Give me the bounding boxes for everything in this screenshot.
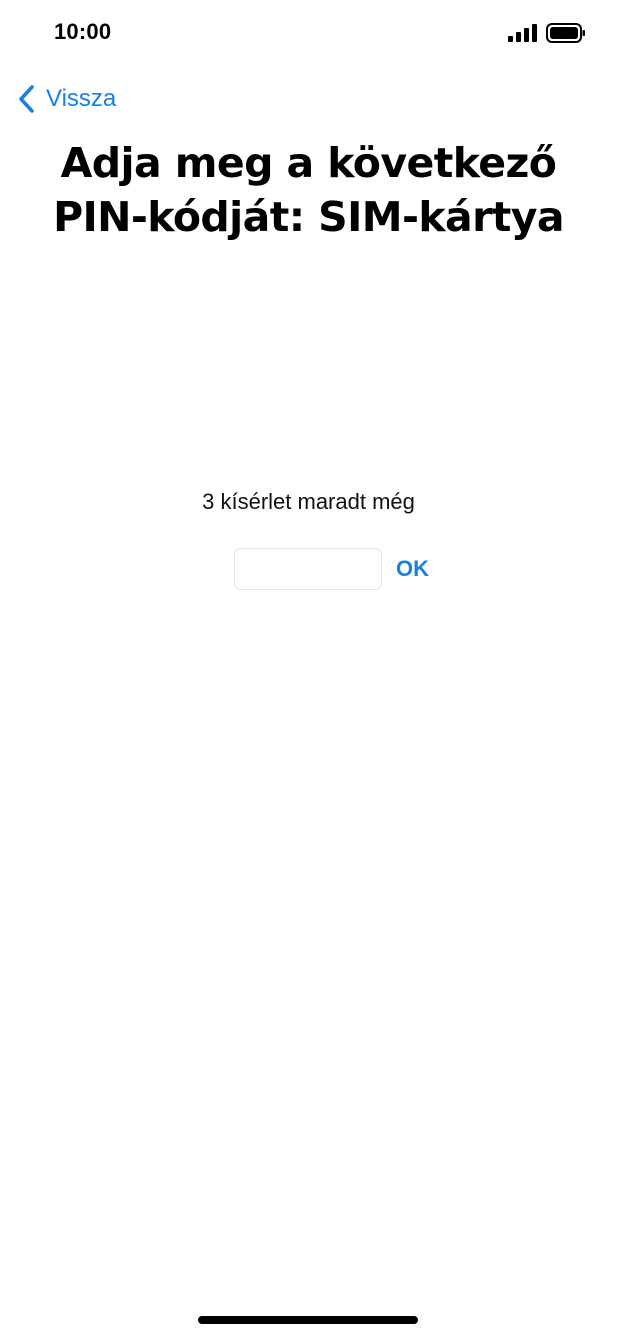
chevron-left-icon	[19, 85, 34, 113]
home-indicator	[198, 1316, 418, 1324]
back-label: Vissza	[46, 85, 117, 112]
cellular-signal-icon	[508, 24, 537, 42]
status-time: 10:00	[54, 19, 112, 44]
battery-full-icon	[546, 23, 585, 43]
pin-input[interactable]	[234, 548, 382, 590]
attempts-remaining-text: 3 kísérlet maradt még	[202, 489, 415, 514]
status-bar: 10:00	[0, 0, 617, 66]
ok-button[interactable]: OK	[396, 556, 429, 582]
back-button[interactable]: Vissza	[16, 80, 116, 118]
page-title: Adja meg a következő PIN-kódját: SIM-kár…	[53, 139, 564, 241]
